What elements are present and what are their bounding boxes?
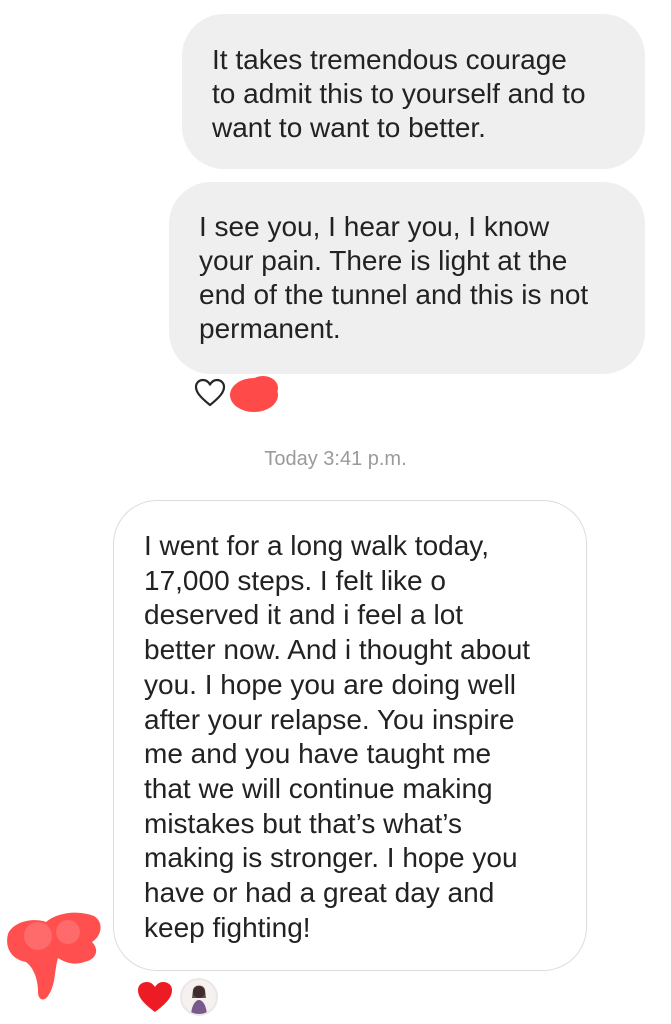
heart-outline-icon[interactable]: [194, 378, 226, 408]
incoming-message-bubble[interactable]: I went for a long walk today, 17,000 ste…: [113, 500, 587, 971]
redacted-sender-avatar: [0, 906, 110, 1006]
heart-filled-icon[interactable]: [136, 980, 174, 1014]
outgoing-message-reactions[interactable]: [192, 376, 282, 412]
outgoing-message-bubble[interactable]: It takes tremendous courage to admit thi…: [182, 14, 645, 169]
incoming-message-reactions[interactable]: [134, 978, 224, 1016]
message-timestamp: Today 3:41 p.m.: [264, 448, 407, 470]
user-avatar[interactable]: [180, 978, 218, 1016]
outgoing-message-bubble[interactable]: I see you, I hear you, I know your pain.…: [169, 182, 645, 374]
